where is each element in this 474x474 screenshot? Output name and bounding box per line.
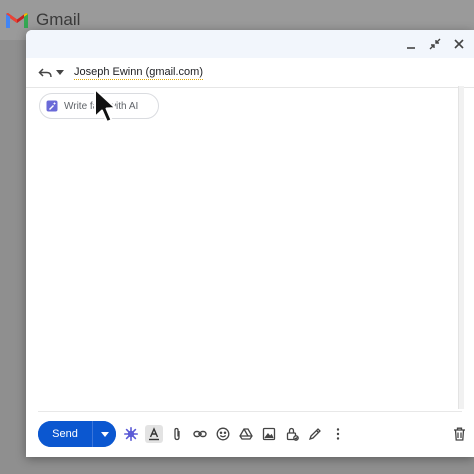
drive-icon[interactable] <box>237 425 255 443</box>
mouse-pointer-icon <box>94 88 117 123</box>
signature-icon[interactable] <box>306 425 324 443</box>
attach-icon[interactable] <box>168 425 186 443</box>
send-button-group: Send <box>38 421 116 447</box>
photo-icon[interactable] <box>260 425 278 443</box>
gmail-logo: Gmail <box>4 10 80 30</box>
toolbar-icons <box>122 425 347 443</box>
send-button[interactable]: Send <box>38 421 92 447</box>
reply-icon[interactable] <box>38 67 52 79</box>
formatting-icon[interactable] <box>145 425 163 443</box>
schedule-send-dropdown[interactable] <box>92 421 116 447</box>
recipient-name[interactable]: Joseph Ewinn (gmail.com) <box>74 66 203 80</box>
reply-type-dropdown-icon[interactable] <box>56 69 64 76</box>
compose-title-bar <box>26 30 474 58</box>
body-scrollbar[interactable] <box>458 86 464 409</box>
emoji-icon[interactable] <box>214 425 232 443</box>
gmail-logo-text: Gmail <box>36 10 81 29</box>
spark-icon[interactable] <box>122 425 140 443</box>
gmail-m-icon <box>6 13 28 28</box>
pen-spark-icon <box>46 100 58 112</box>
toolbar-divider <box>38 411 462 412</box>
exit-fullscreen-icon[interactable] <box>428 37 442 51</box>
link-icon[interactable] <box>191 425 209 443</box>
minimize-icon[interactable] <box>404 37 418 51</box>
compose-toolbar: Send <box>38 421 466 447</box>
window-controls <box>404 37 466 51</box>
close-icon[interactable] <box>452 37 466 51</box>
chevron-down-icon <box>100 431 109 437</box>
trash-icon[interactable] <box>450 425 468 443</box>
more-options-icon[interactable] <box>329 425 347 443</box>
confidential-icon[interactable] <box>283 425 301 443</box>
recipient-row[interactable]: Joseph Ewinn (gmail.com) <box>26 58 474 88</box>
